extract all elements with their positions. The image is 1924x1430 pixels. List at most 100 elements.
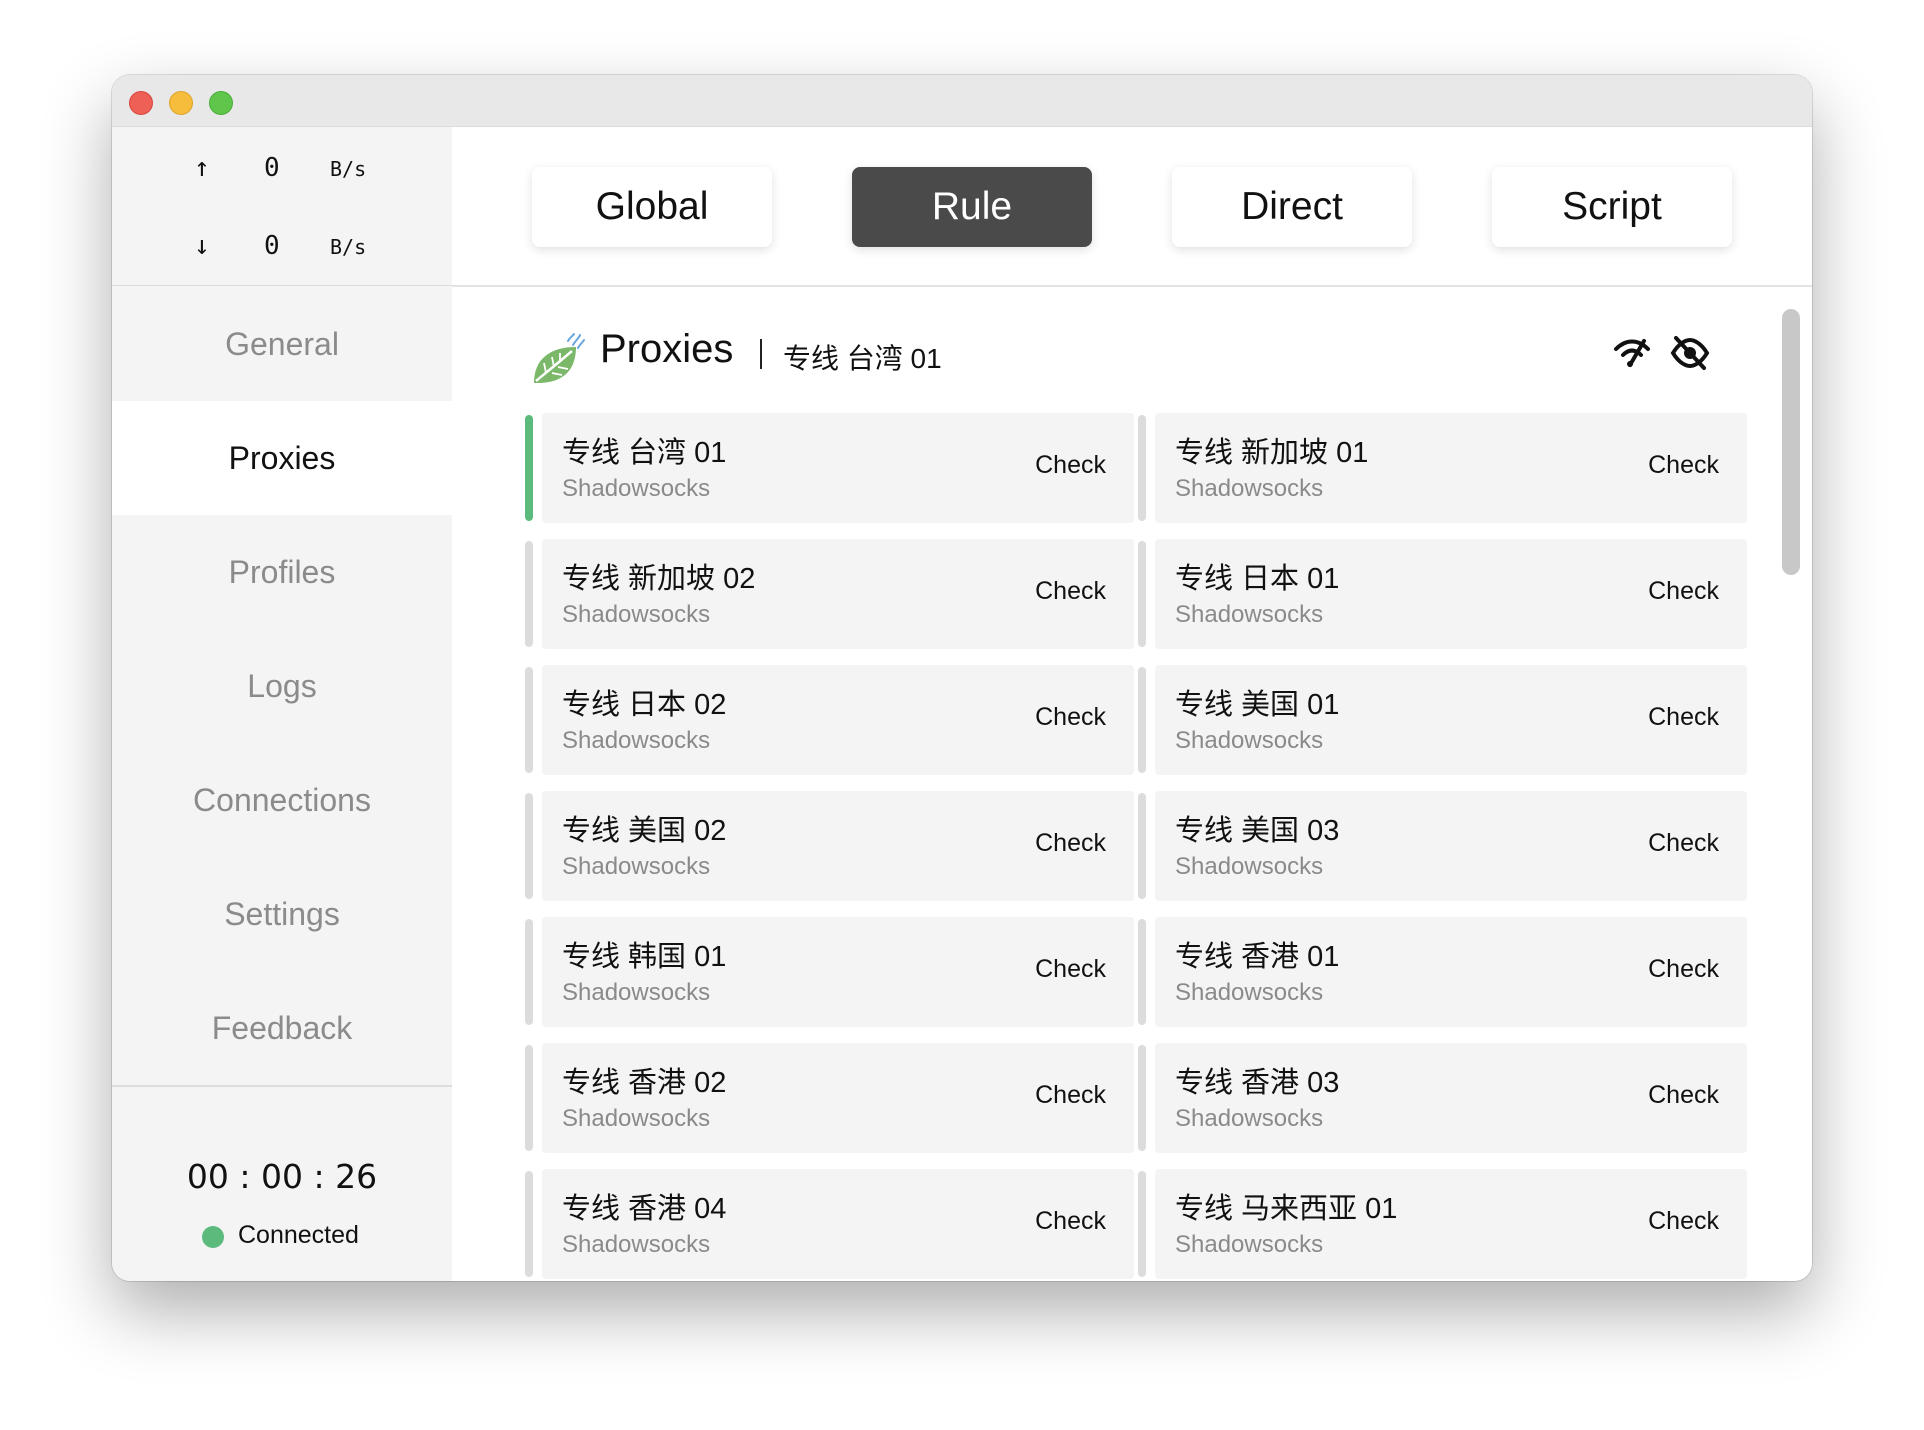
proxy-type: Shadowsocks [562,853,711,880]
sidebar-item-profiles[interactable]: Profiles [112,515,452,629]
proxy-name: 专线 新加坡 01 [1175,437,1369,469]
upload-stat: ↑ 0 B/s [112,153,452,193]
upload-arrow-icon: ↑ [194,153,210,183]
check-button[interactable]: Check [1648,577,1719,606]
sidebar-item-general[interactable]: General [112,287,452,401]
status-dot-icon [202,1226,224,1248]
proxy-card[interactable]: 专线 日本 02 Shadowsocks Check [525,665,1134,775]
proxy-name: 专线 日本 02 [562,689,727,721]
sidebar-item-feedback[interactable]: Feedback [112,971,452,1085]
card-indicator [1138,1171,1146,1277]
check-button[interactable]: Check [1648,955,1719,984]
proxy-name: 专线 美国 01 [1175,689,1340,721]
mode-global-button[interactable]: Global [532,167,772,247]
card-indicator [525,919,533,1025]
sidebar-item-logs[interactable]: Logs [112,629,452,743]
check-button[interactable]: Check [1648,703,1719,732]
traffic-stats: ↑ 0 B/s ↓ 0 B/s [112,127,452,286]
selected-indicator [525,415,533,521]
proxy-name: 专线 香港 01 [1175,941,1340,973]
upload-unit: B/s [330,157,367,181]
title-bar [112,75,1812,127]
download-value: 0 [264,231,280,261]
card-indicator [525,1171,533,1277]
check-button[interactable]: Check [1648,1081,1719,1110]
proxy-type: Shadowsocks [562,1231,711,1258]
proxy-card[interactable]: 专线 美国 02 Shadowsocks Check [525,791,1134,901]
check-button[interactable]: Check [1035,1081,1106,1110]
card-indicator [525,793,533,899]
check-button[interactable]: Check [1648,451,1719,480]
header-separator [760,339,762,369]
leaf-icon [534,333,585,383]
proxy-name: 专线 日本 01 [1175,563,1340,595]
proxy-name: 专线 香港 04 [562,1193,727,1225]
sidebar-divider [112,1085,452,1087]
check-button[interactable]: Check [1035,577,1106,606]
connection-status: Connected [238,1221,359,1249]
check-button[interactable]: Check [1648,1207,1719,1236]
download-stat: ↓ 0 B/s [112,231,452,271]
check-button[interactable]: Check [1648,829,1719,858]
proxy-name: 专线 美国 03 [1175,815,1340,847]
check-button[interactable]: Check [1035,1207,1106,1236]
proxy-type: Shadowsocks [562,601,711,628]
card-indicator [525,541,533,647]
minimize-window-button[interactable] [169,91,193,115]
check-button[interactable]: Check [1035,703,1106,732]
card-indicator [1138,919,1146,1025]
card-indicator [1138,667,1146,773]
card-indicator [1138,793,1146,899]
connection-timer: 00 : 00 : 26 [186,1157,378,1196]
proxy-card[interactable]: 专线 韩国 01 Shadowsocks Check [525,917,1134,1027]
proxy-card[interactable]: 专线 日本 01 Shadowsocks Check [1138,539,1747,649]
proxy-name: 专线 马来西亚 01 [1175,1193,1398,1225]
upload-value: 0 [264,153,280,183]
scrollbar[interactable] [1782,309,1800,575]
mode-bar: Global Rule Direct Script [452,127,1812,287]
proxy-card[interactable]: 专线 马来西亚 01 Shadowsocks Check [1138,1169,1747,1279]
proxy-card[interactable]: 专线 香港 04 Shadowsocks Check [525,1169,1134,1279]
sidebar: ↑ 0 B/s ↓ 0 B/s General Proxies Profiles… [112,127,452,1281]
proxy-card[interactable]: 专线 新加坡 02 Shadowsocks Check [525,539,1134,649]
proxy-card[interactable]: 专线 香港 02 Shadowsocks Check [525,1043,1134,1153]
proxy-type: Shadowsocks [562,475,711,502]
eye-slash-icon[interactable] [1670,333,1710,373]
proxy-name: 专线 美国 02 [562,815,727,847]
proxy-card[interactable]: 专线 香港 01 Shadowsocks Check [1138,917,1747,1027]
sidebar-item-settings[interactable]: Settings [112,857,452,971]
proxy-card[interactable]: 专线 香港 03 Shadowsocks Check [1138,1043,1747,1153]
proxy-type: Shadowsocks [562,1105,711,1132]
proxy-card[interactable]: 专线 美国 01 Shadowsocks Check [1138,665,1747,775]
mode-rule-button[interactable]: Rule [852,167,1092,247]
proxies-panel: Proxies 专线 台湾 01 专线 台湾 01 Shadowsocks Ch… [452,287,1812,1281]
check-button[interactable]: Check [1035,451,1106,480]
app-window: ↑ 0 B/s ↓ 0 B/s General Proxies Profiles… [112,75,1812,1281]
close-window-button[interactable] [129,91,153,115]
header-actions [1612,333,1712,373]
card-indicator [1138,415,1146,521]
sidebar-item-proxies[interactable]: Proxies [112,401,452,515]
proxy-card[interactable]: 专线 新加坡 01 Shadowsocks Check [1138,413,1747,523]
proxy-type: Shadowsocks [1175,979,1324,1006]
proxy-card[interactable]: 专线 美国 03 Shadowsocks Check [1138,791,1747,901]
proxies-title: Proxies [600,327,734,371]
card-indicator [525,1045,533,1151]
check-button[interactable]: Check [1035,955,1106,984]
proxy-name: 专线 香港 02 [562,1067,727,1099]
mode-direct-button[interactable]: Direct [1172,167,1412,247]
proxy-card[interactable]: 专线 台湾 01 Shadowsocks Check [525,413,1134,523]
mode-script-button[interactable]: Script [1492,167,1732,247]
zoom-window-button[interactable] [209,91,233,115]
proxy-type: Shadowsocks [562,727,711,754]
card-indicator [525,667,533,773]
proxy-type: Shadowsocks [1175,475,1324,502]
proxy-name: 专线 台湾 01 [562,437,727,469]
download-unit: B/s [330,235,367,259]
sidebar-item-connections[interactable]: Connections [112,743,452,857]
card-indicator [1138,1045,1146,1151]
check-button[interactable]: Check [1035,829,1106,858]
wifi-speed-icon[interactable] [1612,333,1652,373]
selected-proxy-label: 专线 台湾 01 [783,343,942,374]
proxy-type: Shadowsocks [1175,727,1324,754]
